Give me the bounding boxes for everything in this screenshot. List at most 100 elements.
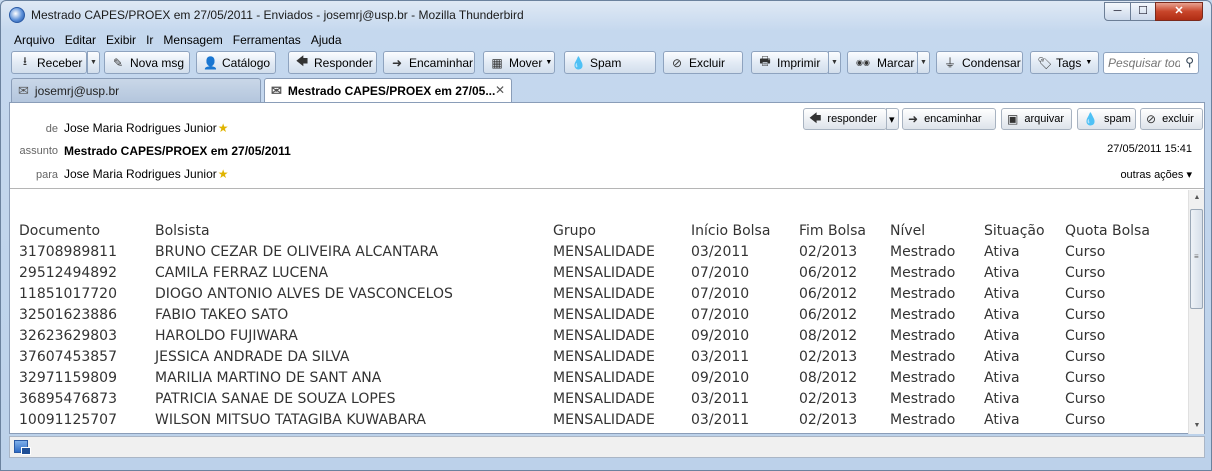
spam-icon: 💧 xyxy=(571,55,586,70)
cell-documento: 11851017720 xyxy=(19,286,117,302)
cell-bolsista: MARILIA MARTINO DE SANT ANA xyxy=(155,370,382,386)
cell-situacao: Ativa xyxy=(984,349,1020,365)
header-spam-button[interactable]: 💧 spam xyxy=(1077,108,1136,130)
online-status-icon[interactable] xyxy=(14,440,31,455)
catalogo-button[interactable]: 👤 Catálogo xyxy=(196,51,276,74)
spam-icon: 💧 xyxy=(1083,112,1098,126)
cell-nivel: Mestrado xyxy=(890,244,956,260)
scroll-thumb[interactable]: ≡ xyxy=(1190,209,1203,309)
archive-icon: ▣ xyxy=(1007,112,1019,126)
from-value[interactable]: Jose Maria Rodrigues Junior★ xyxy=(64,121,229,135)
marcar-dropdown[interactable]: ▼ xyxy=(917,51,930,74)
cell-fim-bolsa: 06/2012 xyxy=(799,265,858,281)
search-box: ⚲ xyxy=(1103,52,1199,74)
search-icon[interactable]: ⚲ xyxy=(1185,55,1194,69)
header-spam-label: spam xyxy=(1103,113,1131,125)
cell-inicio-bolsa: 03/2011 xyxy=(691,391,750,407)
header-situacao: Situação xyxy=(984,223,1045,239)
cell-bolsista: JESSICA ANDRADE DA SILVA xyxy=(155,349,350,365)
encaminhar-label: Encaminhar xyxy=(409,55,474,70)
spam-button[interactable]: 💧 Spam xyxy=(564,51,656,74)
cell-inicio-bolsa: 09/2010 xyxy=(691,328,750,344)
encaminhar-button[interactable]: ➜ Encaminhar xyxy=(383,51,475,74)
table-row: 29512494892 CAMILA FERRAZ LUCENA MENSALIDA… xyxy=(10,265,1180,286)
header-responder-dropdown[interactable]: ▾ xyxy=(886,108,899,130)
mail-icon: ✉ xyxy=(271,83,282,98)
header-excluir-button[interactable]: ⊘ excluir xyxy=(1140,108,1203,130)
menu-ajuda[interactable]: Ajuda xyxy=(306,31,347,49)
receber-label: Receber xyxy=(37,55,83,70)
cell-documento: 32501623886 xyxy=(19,307,117,323)
cell-inicio-bolsa: 07/2010 xyxy=(691,307,750,323)
message-pane: de Jose Maria Rodrigues Junior★ assunto … xyxy=(9,102,1205,434)
mover-button[interactable]: ▦ Mover ▼ xyxy=(483,51,555,74)
excluir-label: Excluir xyxy=(689,55,726,70)
from-label: de xyxy=(45,123,58,135)
star-icon[interactable]: ★ xyxy=(218,121,229,135)
outras-acoes-menu[interactable]: outras ações ▾ xyxy=(1120,168,1192,181)
tags-button[interactable]: 🏷 Tags ▼ xyxy=(1030,51,1099,74)
cell-nivel: Mestrado xyxy=(890,265,956,281)
cell-documento: 31708989811 xyxy=(19,244,117,260)
nova-msg-button[interactable]: ✎ Nova msg xyxy=(104,51,190,74)
imprimir-label: Imprimir xyxy=(777,55,821,70)
marcar-button[interactable]: ◉◉ Marcar xyxy=(847,51,918,74)
star-icon[interactable]: ★ xyxy=(218,167,229,181)
message-date: 27/05/2011 15:41 xyxy=(1107,143,1192,155)
scroll-up-arrow-icon[interactable]: ▲ xyxy=(1189,190,1205,206)
broom-icon: ⏚ xyxy=(943,56,956,70)
menu-mensagem[interactable]: Mensagem xyxy=(158,31,227,49)
menu-exibir[interactable]: Exibir xyxy=(101,31,141,49)
responder-button[interactable]: 🡄 Responder xyxy=(288,51,377,74)
search-input[interactable] xyxy=(1108,54,1180,72)
tab-strip: ✉ josemrj@usp.br ✉ Mestrado CAPES/PROEX … xyxy=(9,78,1205,103)
cell-grupo: MENSALIDADE xyxy=(553,286,655,302)
tab-message[interactable]: ✉ Mestrado CAPES/PROEX em 27/05... ✕ xyxy=(264,78,512,103)
cell-documento: 37607453857 xyxy=(19,349,117,365)
cell-nivel: Mestrado xyxy=(890,391,956,407)
cell-fim-bolsa: 02/2013 xyxy=(799,244,858,260)
menu-ir[interactable]: Ir xyxy=(141,31,158,49)
delete-icon: ⊘ xyxy=(671,55,683,70)
receber-dropdown[interactable]: ▼ xyxy=(87,51,100,74)
header-documento: Documento xyxy=(19,223,101,239)
close-tab-icon[interactable]: ✕ xyxy=(495,83,505,97)
cell-situacao: Ativa xyxy=(984,244,1020,260)
header-encaminhar-button[interactable]: ➜ encaminhar xyxy=(902,108,996,130)
cell-bolsista: FABIO TAKEO SATO xyxy=(155,307,289,323)
tab-inbox[interactable]: ✉ josemrj@usp.br xyxy=(11,78,261,102)
title-bar: Mestrado CAPES/PROEX em 27/05/2011 - Env… xyxy=(1,1,1211,29)
header-responder-button[interactable]: 🡄 responder xyxy=(803,108,887,130)
thunderbird-window: Mestrado CAPES/PROEX em 27/05/2011 - Env… xyxy=(0,0,1212,471)
from-name: Jose Maria Rodrigues Junior xyxy=(64,121,217,135)
imprimir-button[interactable]: 🖶 Imprimir xyxy=(751,51,829,74)
minimize-button[interactable]: ─ xyxy=(1104,2,1131,21)
receber-button[interactable]: ⭳ Receber xyxy=(11,51,87,74)
menu-arquivo[interactable]: Arquivo xyxy=(9,31,60,49)
cell-nivel: Mestrado xyxy=(890,286,956,302)
imprimir-dropdown[interactable]: ▼ xyxy=(828,51,841,74)
cell-quota-bolsa: Curso xyxy=(1065,307,1106,323)
cell-quota-bolsa: Curso xyxy=(1065,370,1106,386)
subject-label: assunto xyxy=(19,145,58,157)
excluir-button[interactable]: ⊘ Excluir xyxy=(663,51,743,74)
thunderbird-logo-icon xyxy=(9,7,25,23)
to-value[interactable]: Jose Maria Rodrigues Junior★ xyxy=(64,167,229,181)
menu-ferramentas[interactable]: Ferramentas xyxy=(228,31,306,49)
vertical-scrollbar[interactable]: ▲ ≡ ▼ xyxy=(1188,190,1204,434)
maximize-button[interactable]: ☐ xyxy=(1130,2,1156,21)
download-icon: ⭳ xyxy=(22,54,28,68)
menu-bar: Arquivo Editar Exibir Ir Mensagem Ferram… xyxy=(9,31,347,49)
cell-fim-bolsa: 02/2013 xyxy=(799,412,858,428)
header-arquivar-button[interactable]: ▣ arquivar xyxy=(1001,108,1072,130)
menu-editar[interactable]: Editar xyxy=(60,31,101,49)
cell-situacao: Ativa xyxy=(984,286,1020,302)
scroll-down-arrow-icon[interactable]: ▼ xyxy=(1189,418,1205,434)
tab-message-label: Mestrado CAPES/PROEX em 27/05... xyxy=(287,84,496,98)
address-book-icon: 👤 xyxy=(203,55,218,70)
cell-situacao: Ativa xyxy=(984,412,1020,428)
cell-bolsista: CAMILA FERRAZ LUCENA xyxy=(155,265,329,281)
close-window-button[interactable]: ✕ xyxy=(1155,2,1203,21)
condensar-button[interactable]: ⏚ Condensar xyxy=(936,51,1023,74)
cell-inicio-bolsa: 07/2010 xyxy=(691,265,750,281)
